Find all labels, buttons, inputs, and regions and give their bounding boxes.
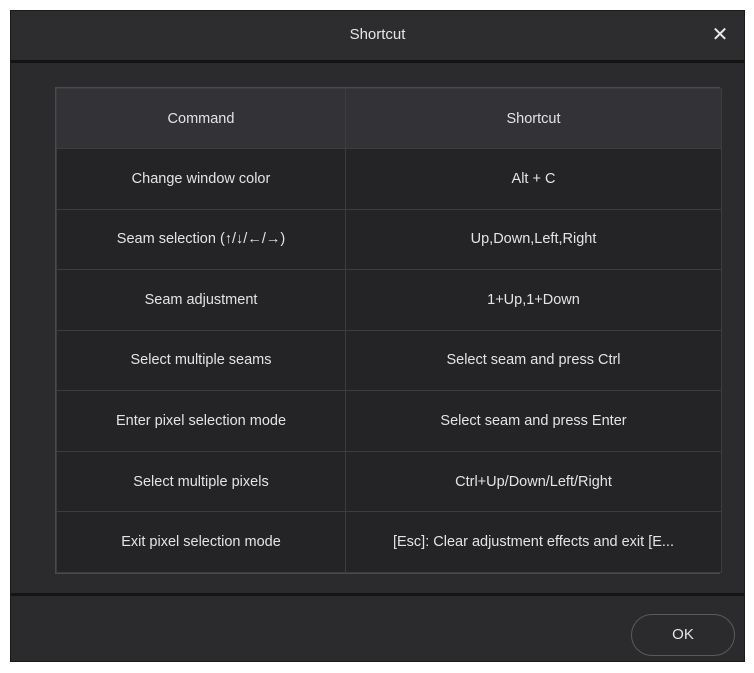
shortcut-cell: 1+Up,1+Down (345, 269, 722, 331)
table-row[interactable]: Enter pixel selection mode Select seam a… (56, 390, 722, 452)
dialog-title: Shortcut (349, 26, 406, 43)
shortcut-cell: Select seam and press Enter (345, 390, 722, 452)
command-cell: Change window color (56, 148, 346, 210)
shortcut-cell: [Esc]: Clear adjustment effects and exit… (345, 511, 722, 573)
table-row[interactable]: Select multiple seams Select seam and pr… (56, 329, 722, 392)
footer-divider (11, 593, 744, 596)
column-header-command: Command (56, 88, 346, 149)
close-icon[interactable]: ✕ (708, 23, 732, 47)
command-cell: Enter pixel selection mode (56, 390, 346, 452)
command-cell: Seam adjustment (56, 269, 346, 331)
column-header-shortcut: Shortcut (345, 88, 722, 149)
command-cell: Exit pixel selection mode (56, 511, 346, 573)
title-divider (11, 60, 744, 63)
table-header-row: Command Shortcut (56, 88, 722, 149)
table-row[interactable]: Select multiple pixels Ctrl+Up/Down/Left… (56, 450, 722, 513)
title-bar: Shortcut ✕ (11, 11, 744, 61)
command-cell: Seam selection (↑/↓/←/→) (56, 208, 346, 271)
table-row[interactable]: Change window color Alt + C (56, 148, 722, 210)
table-row[interactable]: Exit pixel selection mode [Esc]: Clear a… (56, 511, 722, 573)
command-cell: Select multiple seams (56, 329, 346, 392)
table-row[interactable]: Seam selection (↑/↓/←/→) Up,Down,Left,Ri… (56, 208, 722, 271)
command-cell: Select multiple pixels (56, 450, 346, 513)
table-row[interactable]: Seam adjustment 1+Up,1+Down (56, 269, 722, 331)
shortcut-dialog: Shortcut ✕ Command Shortcut Change windo… (10, 10, 745, 662)
shortcut-cell: Alt + C (345, 148, 722, 210)
shortcut-cell: Ctrl+Up/Down/Left/Right (345, 450, 722, 513)
shortcut-cell: Select seam and press Ctrl (345, 329, 722, 392)
shortcut-table: Command Shortcut Change window color Alt… (55, 87, 722, 574)
ok-button[interactable]: OK (631, 614, 735, 656)
shortcut-cell: Up,Down,Left,Right (345, 208, 722, 271)
